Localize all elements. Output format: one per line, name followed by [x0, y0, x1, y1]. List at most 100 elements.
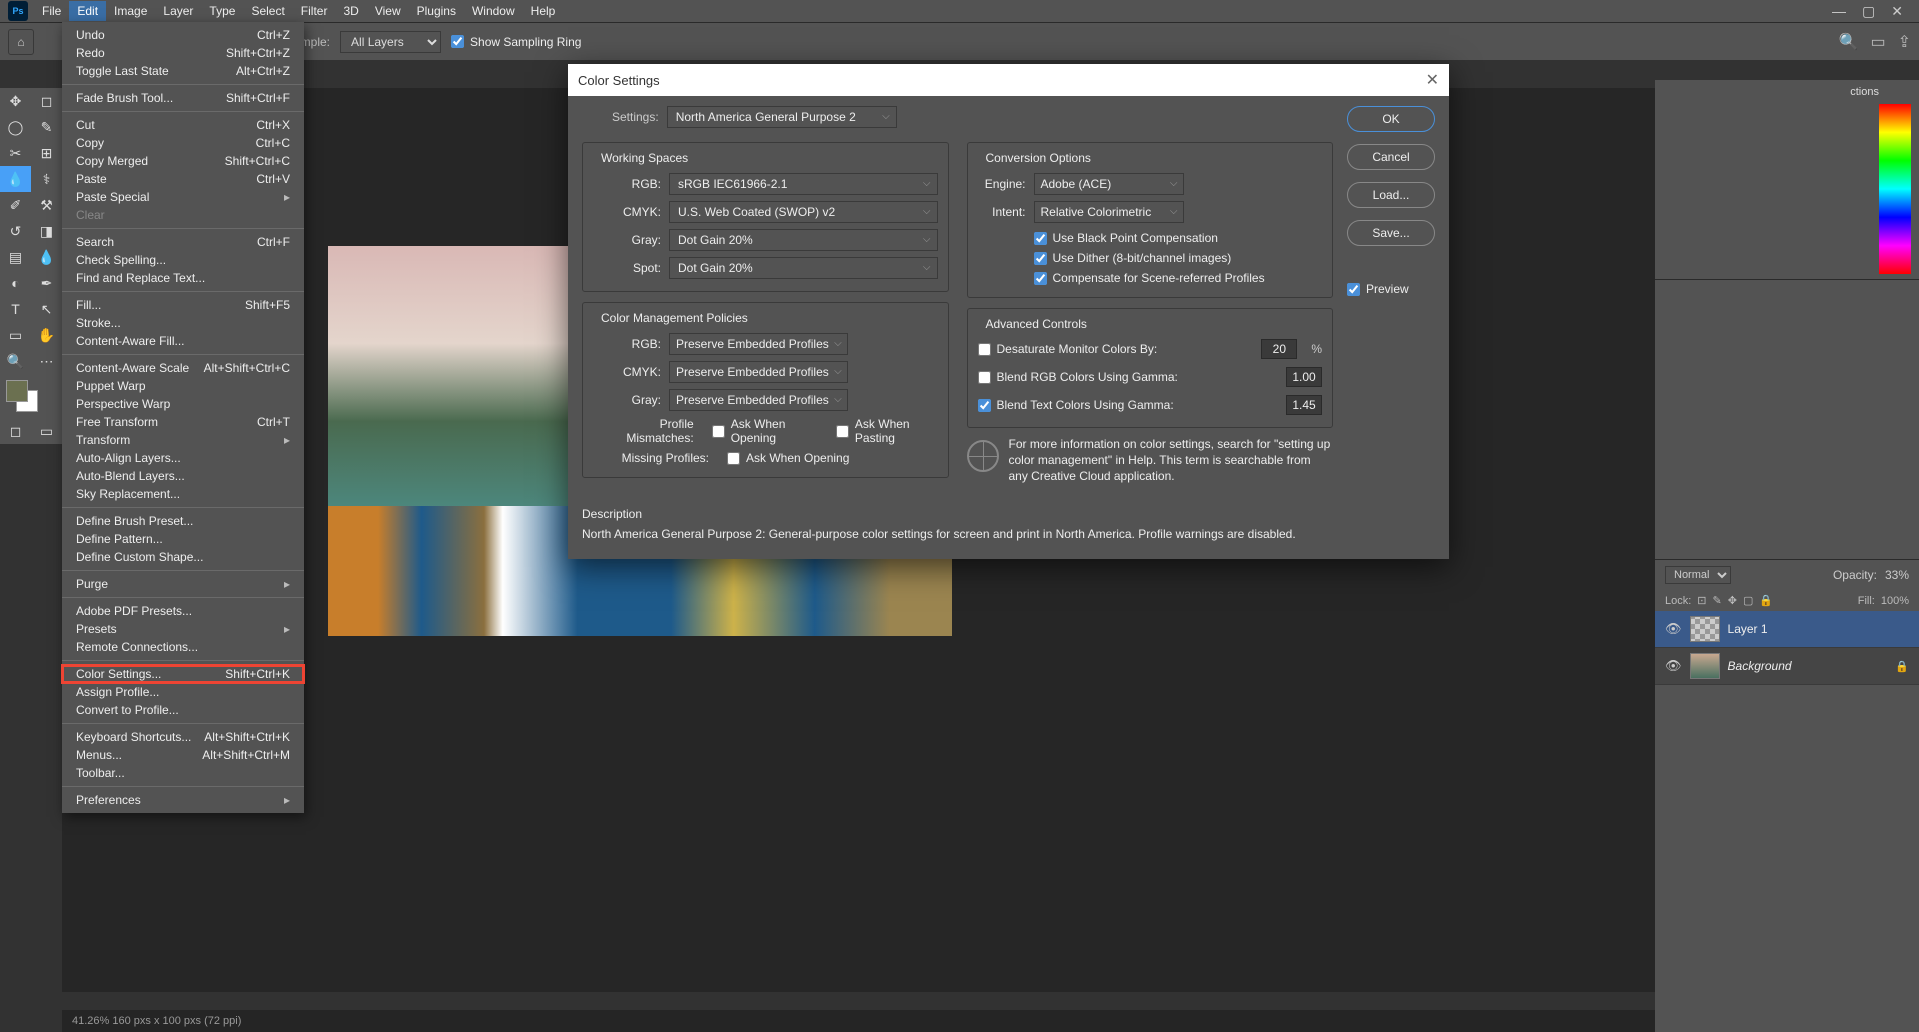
menu-window[interactable]: Window [464, 1, 523, 21]
preview-checkbox[interactable]: Preview [1347, 282, 1435, 296]
load-button[interactable]: Load... [1347, 182, 1435, 208]
ask-paste-checkbox[interactable]: Ask When Pasting [836, 417, 938, 445]
menu-layer[interactable]: Layer [155, 1, 201, 21]
blend-rgb-checkbox[interactable]: Blend RGB Colors Using Gamma: [978, 370, 1178, 384]
blur-tool[interactable]: 💧 [31, 244, 62, 270]
ok-button[interactable]: OK [1347, 106, 1435, 132]
lock-move-icon[interactable]: ✥ [1728, 594, 1737, 607]
menu-file[interactable]: File [34, 1, 69, 21]
menu-item[interactable]: Clear [62, 206, 304, 224]
menu-item[interactable]: Content-Aware ScaleAlt+Shift+Ctrl+C [62, 359, 304, 377]
mask-mode[interactable]: ◻ [0, 418, 31, 444]
menu-item[interactable]: Color Settings...Shift+Ctrl+K [62, 665, 304, 683]
path-tool[interactable]: ↖ [31, 296, 62, 322]
menu-item[interactable]: Fade Brush Tool...Shift+Ctrl+F [62, 89, 304, 107]
ask-open-checkbox[interactable]: Ask When Opening [712, 417, 818, 445]
menu-item[interactable]: Remote Connections... [62, 638, 304, 656]
blend-text-checkbox[interactable]: Blend Text Colors Using Gamma: [978, 398, 1174, 412]
menu-type[interactable]: Type [201, 1, 243, 21]
crop-tool[interactable]: ✂ [0, 140, 31, 166]
wand-tool[interactable]: ✎ [31, 114, 62, 140]
patch-tool[interactable]: ⚕ [31, 166, 62, 192]
visibility-icon[interactable]: 👁 [1665, 621, 1682, 637]
menu-item[interactable]: CopyCtrl+C [62, 134, 304, 152]
menu-item[interactable]: Fill...Shift+F5 [62, 296, 304, 314]
layer-row[interactable]: 👁 Layer 1 [1655, 611, 1919, 648]
menu-item[interactable]: Toolbar... [62, 764, 304, 782]
zoom-tool[interactable]: 🔍 [0, 348, 31, 374]
menu-item[interactable]: Adobe PDF Presets... [62, 602, 304, 620]
menu-item[interactable]: Paste Special [62, 188, 304, 206]
menu-item[interactable]: Free TransformCtrl+T [62, 413, 304, 431]
lock-all-icon[interactable]: 🔒 [1759, 594, 1773, 607]
desat-input[interactable] [1261, 339, 1297, 359]
policy-rgb-dropdown[interactable]: Preserve Embedded Profiles⌵ [669, 333, 848, 355]
menu-item[interactable]: Sky Replacement... [62, 485, 304, 503]
policy-gray-dropdown[interactable]: Preserve Embedded Profiles⌵ [669, 389, 848, 411]
gradient-tool[interactable]: ▤ [0, 244, 31, 270]
menu-item[interactable]: Menus...Alt+Shift+Ctrl+M [62, 746, 304, 764]
menu-3d[interactable]: 3D [335, 1, 366, 21]
blend-mode-dropdown[interactable]: Normal [1665, 566, 1731, 584]
cancel-button[interactable]: Cancel [1347, 144, 1435, 170]
sample-dropdown[interactable]: All Layers [340, 31, 441, 53]
layer-row[interactable]: 👁 Background 🔒 [1655, 648, 1919, 685]
blend-text-input[interactable] [1286, 395, 1322, 415]
dither-checkbox[interactable]: Use Dither (8-bit/channel images) [1034, 251, 1323, 265]
menu-item[interactable]: PasteCtrl+V [62, 170, 304, 188]
edit-toolbar[interactable]: ⋯ [31, 348, 62, 374]
color-swatches[interactable] [0, 374, 62, 418]
menu-view[interactable]: View [367, 1, 409, 21]
menu-item[interactable]: Purge [62, 575, 304, 593]
menu-plugins[interactable]: Plugins [409, 1, 464, 21]
intent-dropdown[interactable]: Relative Colorimetric⌵ [1034, 201, 1184, 223]
lasso-tool[interactable]: ◯ [0, 114, 31, 140]
menu-item[interactable]: Auto-Blend Layers... [62, 467, 304, 485]
actions-tab[interactable]: ctions [1655, 80, 1919, 104]
screen-mode[interactable]: ▭ [31, 418, 62, 444]
frame-tool[interactable]: ⊞ [31, 140, 62, 166]
menu-item[interactable]: Check Spelling... [62, 251, 304, 269]
minimize-icon[interactable]: — [1832, 3, 1846, 20]
type-tool[interactable]: T [0, 296, 31, 322]
dodge-tool[interactable]: ◐ [0, 270, 31, 296]
blend-rgb-input[interactable] [1286, 367, 1322, 387]
menu-item[interactable]: UndoCtrl+Z [62, 26, 304, 44]
gray-dropdown[interactable]: Dot Gain 20%⌵ [669, 229, 938, 251]
menu-item[interactable]: Puppet Warp [62, 377, 304, 395]
hand-tool[interactable]: ✋ [31, 322, 62, 348]
menu-item[interactable]: Assign Profile... [62, 683, 304, 701]
menu-item[interactable]: Find and Replace Text... [62, 269, 304, 287]
close-icon[interactable]: ✕ [1426, 70, 1439, 90]
menu-item[interactable]: Perspective Warp [62, 395, 304, 413]
bpc-checkbox[interactable]: Use Black Point Compensation [1034, 231, 1323, 245]
cmyk-dropdown[interactable]: U.S. Web Coated (SWOP) v2⌵ [669, 201, 938, 223]
menu-help[interactable]: Help [523, 1, 564, 21]
menu-item[interactable]: Auto-Align Layers... [62, 449, 304, 467]
lock-brush-icon[interactable]: ✎ [1713, 594, 1722, 607]
menu-item[interactable]: Presets [62, 620, 304, 638]
menu-item[interactable]: Keyboard Shortcuts...Alt+Shift+Ctrl+K [62, 728, 304, 746]
menu-item[interactable]: Transform [62, 431, 304, 449]
menu-item[interactable]: Convert to Profile... [62, 701, 304, 719]
share-icon[interactable]: ⇪ [1898, 32, 1911, 52]
lock-transparency-icon[interactable]: ⊡ [1697, 594, 1706, 607]
close-icon[interactable]: ✕ [1891, 3, 1903, 20]
maximize-icon[interactable]: ▢ [1862, 3, 1875, 20]
menu-item[interactable]: CutCtrl+X [62, 116, 304, 134]
eyedropper-tool[interactable]: 💧 [0, 166, 31, 192]
rgb-dropdown[interactable]: sRGB IEC61966-2.1⌵ [669, 173, 938, 195]
desat-checkbox[interactable]: Desaturate Monitor Colors By: [978, 342, 1158, 356]
menu-item[interactable]: Copy MergedShift+Ctrl+C [62, 152, 304, 170]
pen-tool[interactable]: ✒ [31, 270, 62, 296]
sampling-ring-checkbox[interactable]: Show Sampling Ring [451, 35, 581, 49]
search-icon[interactable]: 🔍 [1839, 32, 1859, 52]
hue-strip[interactable] [1879, 104, 1911, 274]
stamp-tool[interactable]: ⚒ [31, 192, 62, 218]
brush-tool[interactable]: ✐ [0, 192, 31, 218]
lock-artboard-icon[interactable]: ▢ [1743, 594, 1753, 607]
menu-item[interactable]: Preferences [62, 791, 304, 809]
spot-dropdown[interactable]: Dot Gain 20%⌵ [669, 257, 938, 279]
missing-ask-checkbox[interactable]: Ask When Opening [727, 451, 849, 465]
home-icon[interactable]: ⌂ [8, 29, 34, 55]
